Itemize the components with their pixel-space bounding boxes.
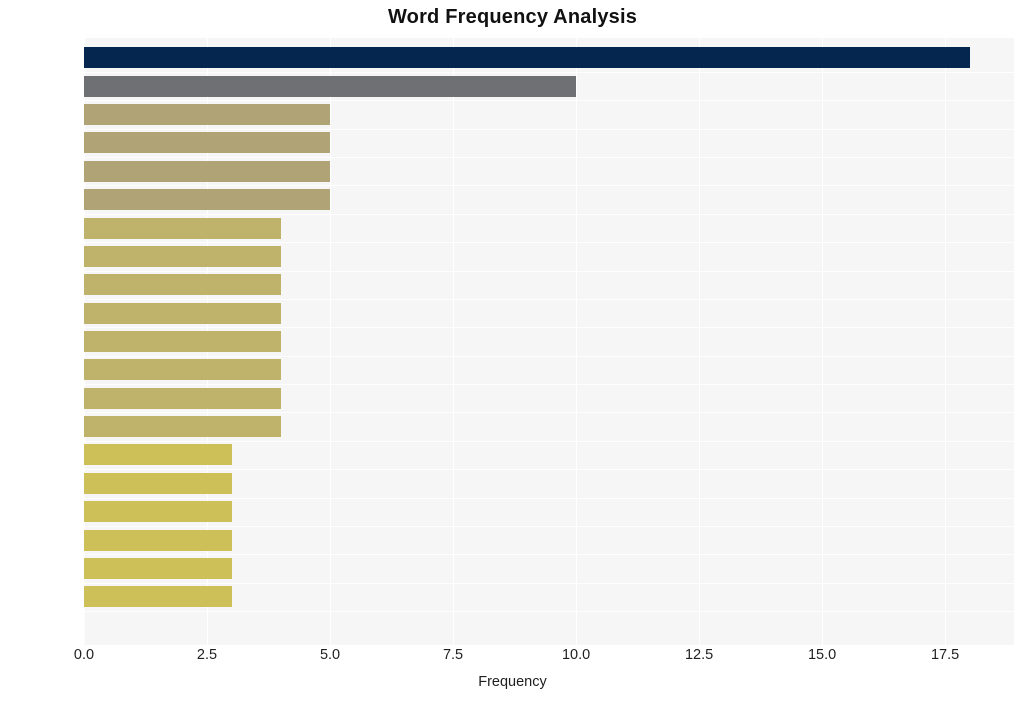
bar-crime [84,416,281,438]
row-separator [84,298,1014,300]
row-separator [84,270,1014,272]
x-tick-label-15.0: 15.0 [807,647,837,663]
bar-security [84,132,331,154]
row-separator [84,497,1014,499]
chart-title: Word Frequency Analysis [387,6,638,28]
bar-inevitable [84,444,232,466]
bar-add [84,331,281,352]
row-separator [84,128,1014,130]
x-axis-tick-labels: 0.0 2.5 5.0 7.5 10.0 12.5 15.0 17.5 [74,647,1014,674]
bar-trade [84,189,331,211]
row-separator [84,242,1014,244]
row-separator [84,610,1014,612]
bar-traffic [84,75,577,97]
bar-kill [84,529,232,551]
x-tick-label-10.0: 10.0 [561,647,591,663]
bar-global [84,359,281,381]
row-separator [84,384,1014,386]
bar-waste [84,47,970,69]
row-separator [84,469,1014,471]
bar-need [84,586,232,608]
x-tick-label-2.5: 2.5 [196,647,218,663]
row-separator [84,582,1014,584]
bar-people [84,160,331,182]
row-separator [84,72,1014,74]
x-tick-label-0.0: 0.0 [73,647,95,663]
bar-world [84,217,281,239]
row-separator [84,525,1014,527]
x-tick-label-7.5: 7.5 [442,647,464,663]
bar-attack [84,302,281,324]
x-tick-label-5.0: 5.0 [319,647,341,663]
row-separator [84,185,1014,187]
x-axis-title: Frequency [478,674,547,690]
x-tick-label-12.5: 12.5 [684,647,714,663]
plot-area [84,38,1014,645]
chart-figure: Word Frequency Analysis wastetrafficgaza… [0,0,1025,701]
bar-drought [84,274,281,296]
row-separator [84,554,1014,556]
bar-war [84,501,232,523]
bar-malawi [84,245,281,267]
row-separator [84,213,1014,215]
bar-result [84,472,232,494]
bar-asia [84,387,281,409]
x-tick-label-17.5: 17.5 [930,647,960,663]
bar-gaza [84,104,331,126]
row-separator [84,327,1014,329]
row-separator [84,412,1014,414]
row-separator [84,157,1014,159]
row-separator [84,355,1014,357]
row-separator [84,100,1014,102]
row-separator [84,440,1014,442]
bar-continue [84,557,232,579]
